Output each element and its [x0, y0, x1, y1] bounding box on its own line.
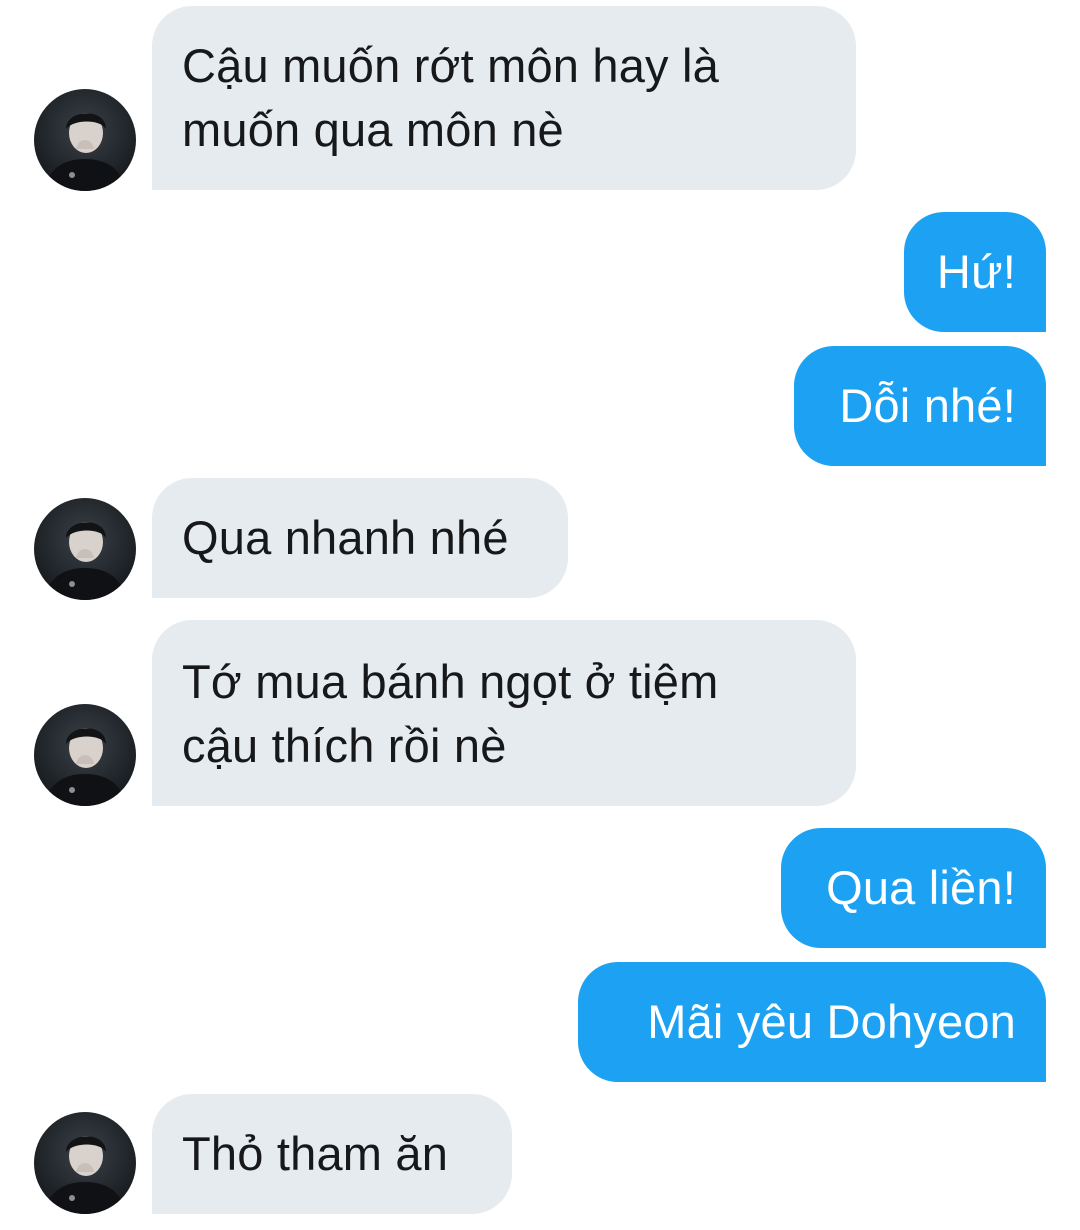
outgoing-message-bubble[interactable]: Qua liền!	[781, 828, 1046, 948]
incoming-message-bubble[interactable]: Thỏ tham ăn	[152, 1094, 512, 1214]
contact-avatar-icon[interactable]	[34, 1112, 136, 1214]
chat-thread: Cậu muốn rớt môn hay là muốn qua môn nè …	[0, 0, 1080, 1230]
outgoing-message-bubble[interactable]: Dỗi nhé!	[794, 346, 1046, 466]
incoming-message-bubble[interactable]: Tớ mua bánh ngọt ở tiệm cậu thích rồi nè	[152, 620, 856, 806]
outgoing-message-bubble[interactable]: Mãi yêu Dohyeon	[578, 962, 1046, 1082]
incoming-message-bubble[interactable]: Qua nhanh nhé	[152, 478, 568, 598]
contact-avatar-icon[interactable]	[34, 498, 136, 600]
incoming-message-bubble[interactable]: Cậu muốn rớt môn hay là muốn qua môn nè	[152, 6, 856, 190]
outgoing-message-bubble[interactable]: Hứ!	[904, 212, 1046, 332]
contact-avatar-icon[interactable]	[34, 704, 136, 806]
contact-avatar-icon[interactable]	[34, 89, 136, 191]
